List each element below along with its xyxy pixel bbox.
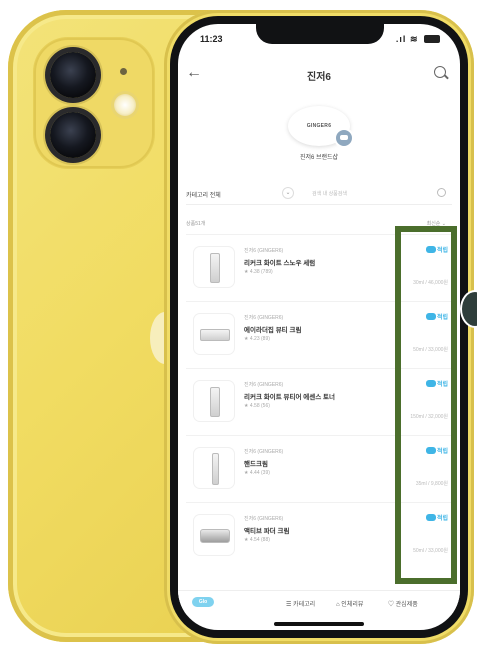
home-indicator[interactable]: [274, 622, 364, 626]
product-name[interactable]: 액티브 파더 크림: [244, 525, 289, 535]
bottom-nav: Glo ☰ 카테고리 ⌂ 인체리뷰 ♡ 관심제품: [178, 590, 460, 615]
highlight-box: [395, 226, 457, 584]
tab-category[interactable]: ☰ 카테고리: [286, 599, 315, 608]
product-brand: 진저6 (GINGER6): [244, 248, 284, 254]
category-select[interactable]: 카테고리 전체: [186, 190, 221, 199]
product-name[interactable]: 핸드크림: [244, 458, 268, 468]
chat-badge-icon[interactable]: [334, 128, 354, 148]
battery-icon: [424, 35, 440, 43]
flash-icon: [114, 94, 136, 116]
product-rating-text: ★ 4.38 (789): [244, 269, 273, 275]
search-icon[interactable]: [437, 188, 446, 197]
bottle-icon: [210, 387, 220, 417]
product-rating: ★ 4.58 (56): [244, 403, 270, 409]
notch: [256, 24, 384, 44]
product-thumbnail[interactable]: [194, 381, 234, 421]
search-icon[interactable]: [434, 66, 446, 78]
camera-lens-icon: [50, 52, 96, 98]
product-rating-text: ★ 4.54 (88): [244, 537, 270, 543]
tab-wishlist[interactable]: ♡ 관심제품: [388, 599, 418, 608]
product-thumbnail[interactable]: [194, 448, 234, 488]
wifi-icon: ≋: [409, 34, 419, 44]
app-header: ← 진저6: [178, 60, 460, 90]
product-brand: 진저6 (GINGER6): [244, 382, 284, 388]
product-rating-text: ★ 4.23 (89): [244, 336, 270, 342]
brand-shop-name: 진저6 브랜드샵: [299, 155, 339, 161]
product-rating: ★ 4.54 (88): [244, 537, 270, 543]
status-bar: 11:23 .ıl ≋: [178, 24, 460, 54]
product-rating: ★ 4.23 (89): [244, 336, 270, 342]
status-time: 11:23: [200, 34, 223, 44]
product-name[interactable]: 리커크 화이트 뷰티어 에센스 토너: [244, 391, 335, 401]
product-brand: 진저6 (GINGER6): [244, 449, 284, 455]
product-rating: ★ 4.44 (39): [244, 470, 270, 476]
jar-icon: [200, 529, 230, 543]
product-rating-text: ★ 4.58 (56): [244, 403, 270, 409]
product-rating: ★ 4.38 (789): [244, 269, 273, 275]
stick-icon: [212, 453, 219, 485]
product-rating-text: ★ 4.44 (39): [244, 470, 270, 476]
product-brand: 진저6 (GINGER6): [244, 315, 284, 321]
camera-lens-icon: [50, 112, 96, 158]
product-count: 상품51개: [186, 221, 206, 227]
camera-module: [34, 38, 154, 168]
product-brand: 진저6 (GINGER6): [244, 516, 284, 522]
page-title: 진저6: [307, 72, 331, 83]
microphone-icon: [120, 68, 127, 75]
home-button[interactable]: Glo: [192, 597, 214, 607]
screenshot-stage: 11:23 .ıl ≋ ← 진저6 GINGER6 진저6 브랜드샵 카테고리 …: [0, 0, 477, 653]
product-name[interactable]: 에이라더집 뷰티 크림: [244, 324, 301, 334]
tab-reviews[interactable]: ⌂ 인체리뷰: [336, 599, 363, 608]
tube-icon: [200, 329, 230, 341]
chevron-down-icon[interactable]: ⌄: [282, 187, 294, 199]
system-icons: .ıl ≋: [396, 34, 440, 45]
product-name[interactable]: 리커크 화이트 스노우 세럼: [244, 257, 315, 267]
product-thumbnail[interactable]: [194, 515, 234, 555]
bottle-icon: [210, 253, 220, 283]
product-thumbnail[interactable]: [194, 247, 234, 287]
product-search-input[interactable]: 검색 내 상품검색: [312, 190, 347, 197]
signal-icon: .ıl: [395, 34, 407, 44]
product-thumbnail[interactable]: [194, 314, 234, 354]
filter-bar: 카테고리 전체 ⌄ 검색 내 상품검색: [186, 184, 452, 205]
